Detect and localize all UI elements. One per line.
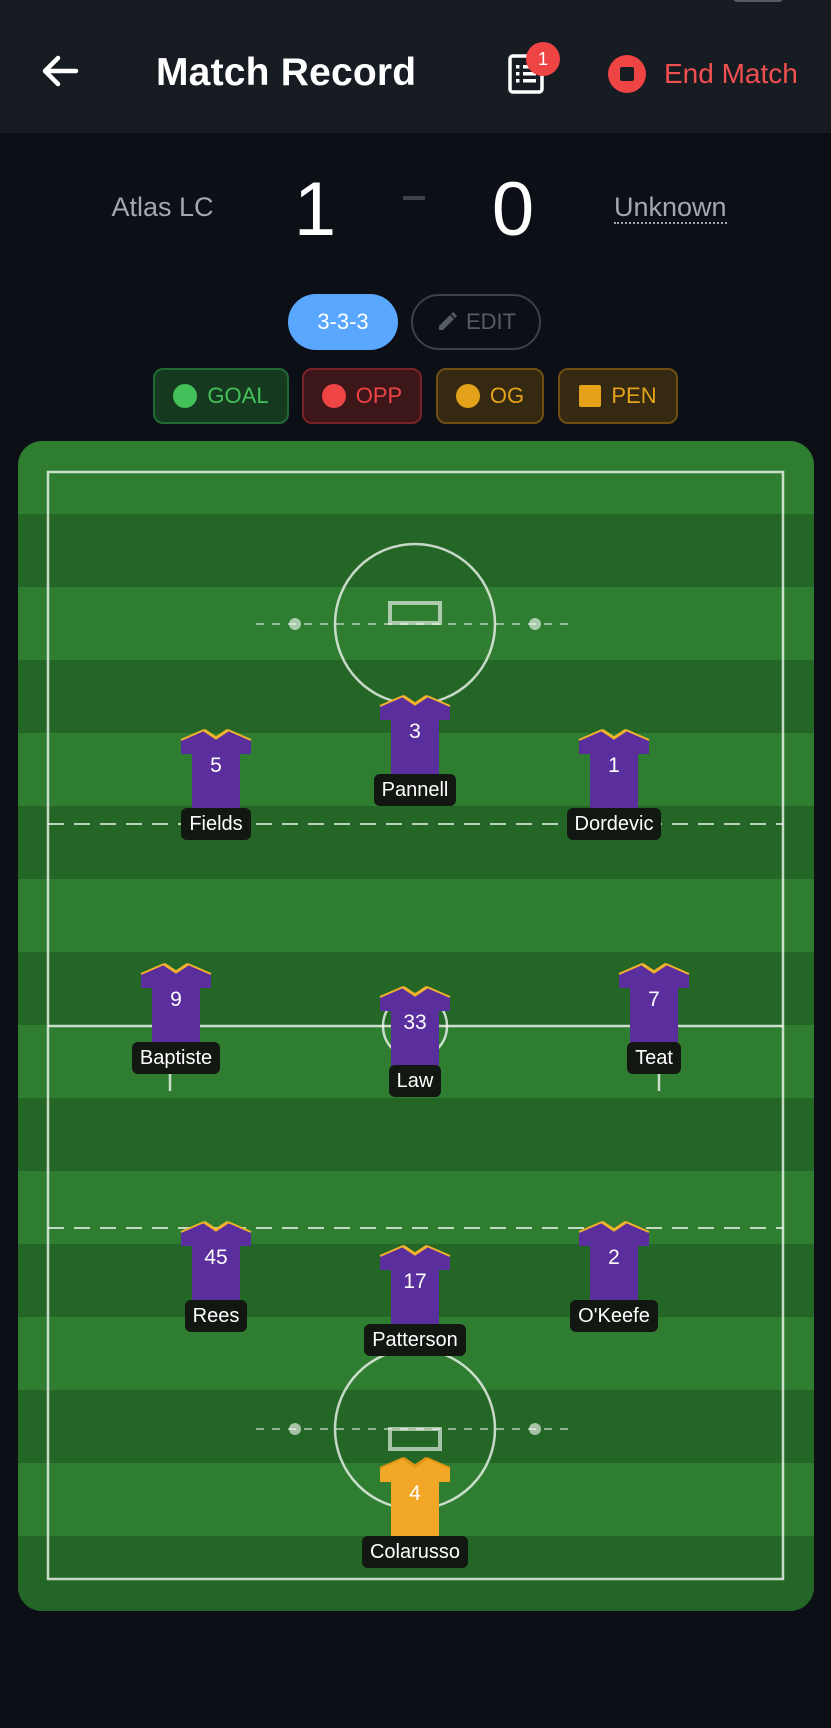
away-score: 0	[491, 167, 535, 252]
pencil-icon	[438, 312, 457, 330]
jersey-icon: 9	[140, 962, 212, 1046]
player-name: Pannell	[373, 774, 457, 806]
player-number: 45	[204, 1246, 228, 1269]
home-score: 1	[293, 167, 337, 252]
player-token[interactable]: 1 Dordevic	[544, 728, 684, 840]
player-token[interactable]: 2 O'Keefe	[544, 1220, 684, 1332]
og-chip[interactable]: OG	[436, 368, 544, 424]
player-token[interactable]: 4 Colarusso	[345, 1456, 485, 1568]
jersey-icon: 17	[379, 1244, 451, 1328]
player-number: 9	[170, 988, 182, 1011]
back-button[interactable]	[36, 46, 86, 96]
og-dot-icon	[455, 384, 480, 408]
opp-chip[interactable]: OPP	[302, 368, 422, 424]
player-token[interactable]: 45 Rees	[146, 1220, 286, 1332]
jersey-icon: 4	[379, 1456, 451, 1540]
edit-formation-button[interactable]: EDIT	[411, 294, 541, 350]
away-team-name[interactable]: Unknown	[614, 192, 727, 224]
player-number: 3	[409, 720, 421, 743]
stop-icon	[608, 55, 646, 93]
score-separator	[403, 196, 425, 200]
player-name: Colarusso	[361, 1536, 469, 1568]
jersey-icon: 1	[578, 728, 650, 812]
player-number: 5	[210, 754, 222, 777]
status-bar-indicator	[733, 0, 783, 2]
player-name: Baptiste	[131, 1042, 221, 1074]
jersey-icon: 33	[379, 985, 451, 1069]
jersey-icon: 3	[379, 694, 451, 778]
player-token[interactable]: 33 Law	[345, 985, 485, 1097]
player-name: O'Keefe	[570, 1300, 658, 1332]
jersey-icon: 5	[180, 728, 252, 812]
player-name: Law	[388, 1065, 442, 1097]
opp-chip-label: OPP	[355, 383, 403, 408]
pen-chip[interactable]: PEN	[558, 368, 678, 424]
jersey-icon: 45	[180, 1220, 252, 1304]
formation-button[interactable]: 3-3-3	[288, 294, 398, 350]
arrow-left-icon	[42, 55, 79, 87]
player-number: 7	[648, 988, 660, 1011]
player-name: Rees	[184, 1300, 248, 1332]
goal-chip[interactable]: GOAL	[153, 368, 289, 424]
player-token[interactable]: 17 Patterson	[345, 1244, 485, 1356]
player-token[interactable]: 3 Pannell	[345, 694, 485, 806]
end-match-label: End Match	[664, 58, 798, 89]
opp-dot-icon	[321, 384, 346, 408]
jersey-icon: 2	[578, 1220, 650, 1304]
player-name: Fields	[181, 808, 251, 840]
home-team-name: Atlas LC	[111, 192, 214, 222]
player-name: Teat	[627, 1042, 681, 1074]
player-token[interactable]: 7 Teat	[584, 962, 724, 1074]
player-number: 1	[608, 754, 620, 777]
player-name: Patterson	[364, 1324, 466, 1356]
pen-chip-label: PEN	[611, 383, 657, 408]
goal-chip-label: GOAL	[207, 383, 269, 408]
page-title: Match Record	[156, 51, 417, 94]
og-chip-label: OG	[489, 383, 525, 408]
player-token[interactable]: 5 Fields	[146, 728, 286, 840]
goal-dot-icon	[173, 384, 198, 408]
notification-badge: 1	[526, 42, 560, 76]
player-name: Dordevic	[566, 808, 662, 840]
end-match-button[interactable]: End Match	[608, 52, 798, 96]
jersey-icon: 7	[618, 962, 690, 1046]
player-number: 33	[403, 1011, 427, 1034]
player-number: 4	[409, 1482, 421, 1505]
player-number: 17	[403, 1270, 427, 1293]
app-header: Match Record 1 End Match	[0, 0, 831, 133]
player-token[interactable]: 9 Baptiste	[106, 962, 246, 1074]
edit-label: EDIT	[465, 309, 517, 334]
pen-square-icon	[579, 385, 602, 407]
player-number: 2	[608, 1246, 620, 1269]
